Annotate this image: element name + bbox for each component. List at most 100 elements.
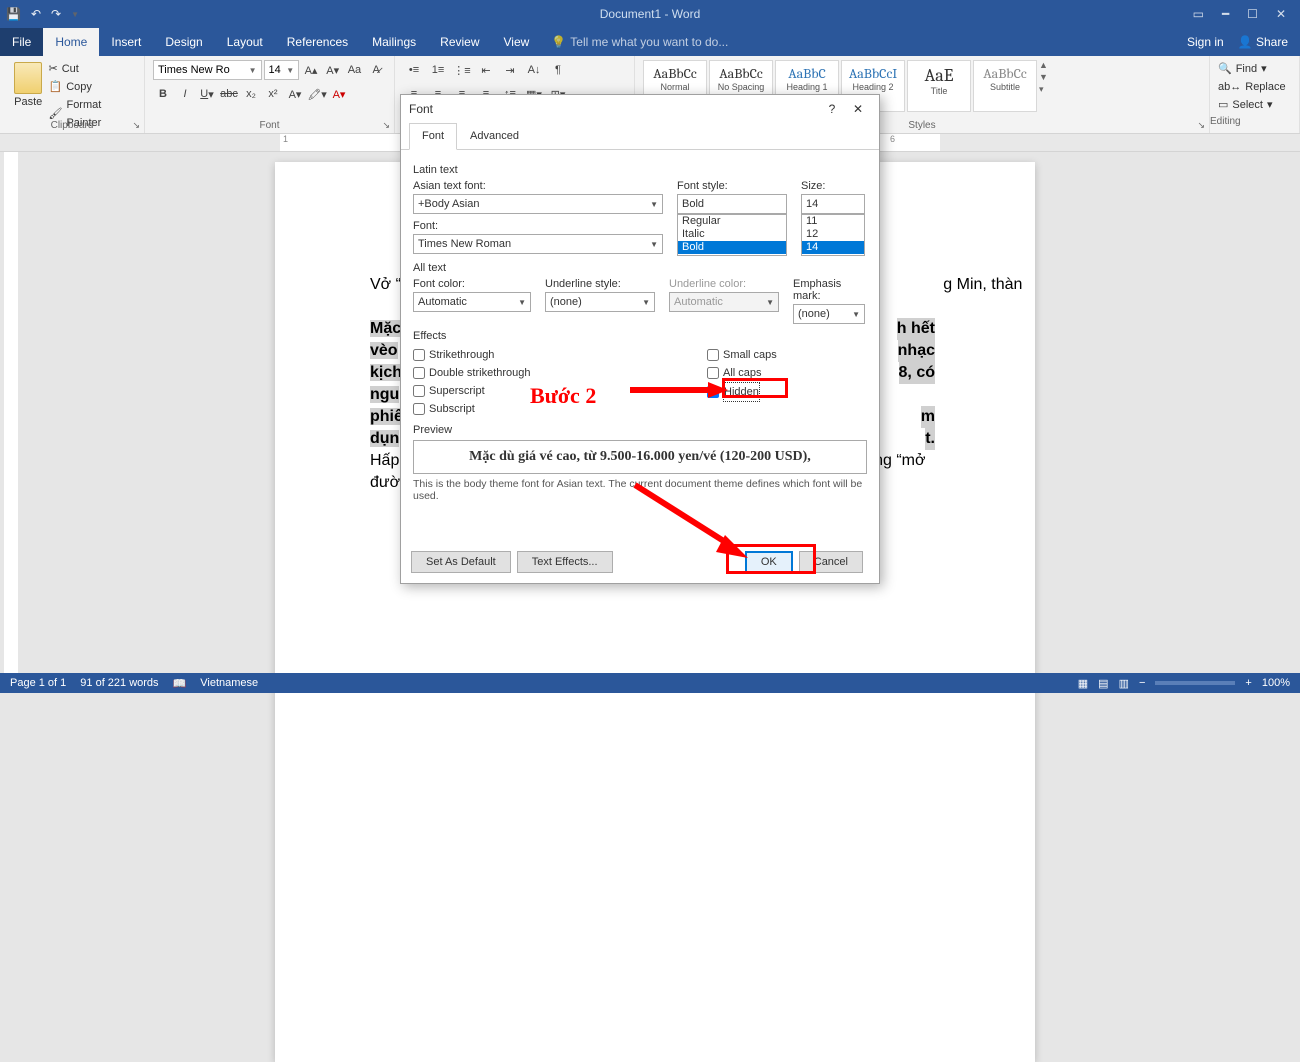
size-input[interactable]: 14 <box>801 194 865 214</box>
minimize-icon[interactable]: ━ <box>1222 7 1229 21</box>
bullets-icon[interactable]: •≡ <box>403 60 425 80</box>
ribbon-options-icon[interactable]: ▭ <box>1193 7 1204 21</box>
tab-mailings[interactable]: Mailings <box>360 28 428 56</box>
check-smallcaps[interactable]: Small caps <box>707 346 777 364</box>
underline-style-combo[interactable]: (none)▼ <box>545 292 655 312</box>
tab-layout[interactable]: Layout <box>215 28 275 56</box>
dialog-help-icon[interactable]: ? <box>819 102 845 116</box>
styles-down-icon[interactable]: ▼ <box>1039 72 1053 82</box>
highlight-icon[interactable]: 🖍▾ <box>307 84 327 104</box>
font-size-combo[interactable]: 14▼ <box>264 60 300 80</box>
size-listbox[interactable]: 11 12 14 <box>801 214 865 256</box>
tab-design[interactable]: Design <box>153 28 214 56</box>
clipboard-launcher-icon[interactable]: ↘ <box>132 120 140 131</box>
tab-review[interactable]: Review <box>428 28 491 56</box>
paste-icon <box>14 62 42 94</box>
style-subtitle[interactable]: AaBbCcSubtitle <box>973 60 1037 112</box>
underline-color-combo: Automatic▼ <box>669 292 779 312</box>
italic-button[interactable]: I <box>175 84 195 104</box>
change-case-icon[interactable]: Aa <box>345 60 365 80</box>
tell-me[interactable]: 💡 Tell me what you want to do... <box>551 35 728 49</box>
style-input[interactable]: Bold <box>677 194 787 214</box>
asian-font-combo[interactable]: +Body Asian▼ <box>413 194 663 214</box>
zoom-level[interactable]: 100% <box>1262 677 1290 689</box>
clear-format-icon[interactable]: A̷ <box>366 60 386 80</box>
strike-button[interactable]: abc <box>219 84 239 104</box>
text-effects-icon[interactable]: A▾ <box>285 84 305 104</box>
titlebar: 💾 ↶ ↷ ▼ Document1 - Word ▭ ━ ☐ ✕ <box>0 0 1300 28</box>
tab-file[interactable]: File <box>0 28 43 56</box>
share-button[interactable]: 👤 Share <box>1238 35 1288 49</box>
subscript-button[interactable]: x₂ <box>241 84 261 104</box>
statusbar: Page 1 of 1 91 of 221 words 📖 Vietnamese… <box>0 673 1300 693</box>
read-mode-icon[interactable]: ▦ <box>1078 677 1088 690</box>
font-launcher-icon[interactable]: ↘ <box>382 120 390 131</box>
style-listbox[interactable]: Regular Italic Bold <box>677 214 787 256</box>
annotation-hidden-box <box>722 378 788 398</box>
maximize-icon[interactable]: ☐ <box>1247 7 1258 21</box>
menubar: File Home Insert Design Layout Reference… <box>0 28 1300 56</box>
group-clipboard: Paste ✂ Cut 📋 Copy 🖌 Format Painter Clip… <box>0 56 145 133</box>
font-color-icon[interactable]: A▾ <box>329 84 349 104</box>
styles-more-icon[interactable]: ▾ <box>1039 84 1053 95</box>
group-editing: 🔍 Find ▾ ab↔ Replace ▭ Select ▾ Editing <box>1210 56 1300 133</box>
annotation-label: Bước 2 <box>530 383 596 409</box>
vertical-ruler[interactable] <box>4 152 18 673</box>
save-icon[interactable]: 💾 <box>6 7 21 21</box>
arrow-to-hidden-icon <box>630 380 730 400</box>
find-button[interactable]: 🔍 Find ▾ <box>1218 60 1291 78</box>
check-strikethrough[interactable]: Strikethrough <box>413 346 693 364</box>
select-button[interactable]: ▭ Select ▾ <box>1218 96 1291 114</box>
tab-view[interactable]: View <box>492 28 542 56</box>
window-title: Document1 - Word <box>600 7 700 21</box>
qat-customize-icon[interactable]: ▼ <box>71 10 79 19</box>
dec-indent-icon[interactable]: ⇤ <box>475 60 497 80</box>
spell-icon[interactable]: 📖 <box>173 677 187 690</box>
numbering-icon[interactable]: 1≡ <box>427 60 449 80</box>
bold-button[interactable]: B <box>153 84 173 104</box>
language-status[interactable]: Vietnamese <box>200 677 258 689</box>
font-name-combo[interactable]: Times New Ro▼ <box>153 60 262 80</box>
cut-button[interactable]: ✂ Cut <box>49 60 137 78</box>
zoom-out-icon[interactable]: − <box>1139 677 1145 689</box>
font-combo[interactable]: Times New Roman▼ <box>413 234 663 254</box>
bulb-icon: 💡 <box>551 35 566 49</box>
page-status[interactable]: Page 1 of 1 <box>10 677 66 689</box>
sort-icon[interactable]: A↓ <box>523 60 545 80</box>
dialog-title: Font <box>409 102 433 116</box>
word-count[interactable]: 91 of 221 words <box>80 677 158 689</box>
web-layout-icon[interactable]: ▥ <box>1119 677 1129 690</box>
group-font: Times New Ro▼ 14▼ A▴ A▾ Aa A̷ B I U▾ abc… <box>145 56 395 133</box>
undo-icon[interactable]: ↶ <box>31 7 41 21</box>
font-color-combo[interactable]: Automatic▼ <box>413 292 531 312</box>
grow-font-icon[interactable]: A▴ <box>301 60 321 80</box>
tab-references[interactable]: References <box>275 28 360 56</box>
copy-button[interactable]: 📋 Copy <box>49 78 137 96</box>
zoom-slider[interactable] <box>1155 681 1235 685</box>
superscript-button[interactable]: x² <box>263 84 283 104</box>
multilevel-icon[interactable]: ⋮≡ <box>451 60 473 80</box>
shrink-font-icon[interactable]: A▾ <box>323 60 343 80</box>
styles-launcher-icon[interactable]: ↘ <box>1197 120 1205 131</box>
style-title[interactable]: AaETitle <box>907 60 971 112</box>
underline-button[interactable]: U▾ <box>197 84 217 104</box>
close-icon[interactable]: ✕ <box>1276 7 1286 21</box>
preview-box: Mặc dù giá vé cao, từ 9.500-16.000 yen/v… <box>413 440 867 474</box>
show-marks-icon[interactable]: ¶ <box>547 60 569 80</box>
dialog-tab-advanced[interactable]: Advanced <box>457 123 532 149</box>
tab-insert[interactable]: Insert <box>99 28 153 56</box>
dialog-close-icon[interactable]: ✕ <box>845 102 871 116</box>
replace-button[interactable]: ab↔ Replace <box>1218 78 1291 96</box>
tab-home[interactable]: Home <box>43 28 99 56</box>
arrow-to-ok-icon <box>630 480 760 570</box>
dialog-tab-font[interactable]: Font <box>409 123 457 150</box>
signin-link[interactable]: Sign in <box>1187 35 1224 49</box>
redo-icon[interactable]: ↷ <box>51 7 61 21</box>
print-layout-icon[interactable]: ▤ <box>1098 677 1108 690</box>
set-default-button[interactable]: Set As Default <box>411 551 511 573</box>
text-effects-button[interactable]: Text Effects... <box>517 551 613 573</box>
inc-indent-icon[interactable]: ⇥ <box>499 60 521 80</box>
styles-up-icon[interactable]: ▲ <box>1039 60 1053 70</box>
emphasis-combo[interactable]: (none)▼ <box>793 304 865 324</box>
zoom-in-icon[interactable]: + <box>1245 677 1251 689</box>
